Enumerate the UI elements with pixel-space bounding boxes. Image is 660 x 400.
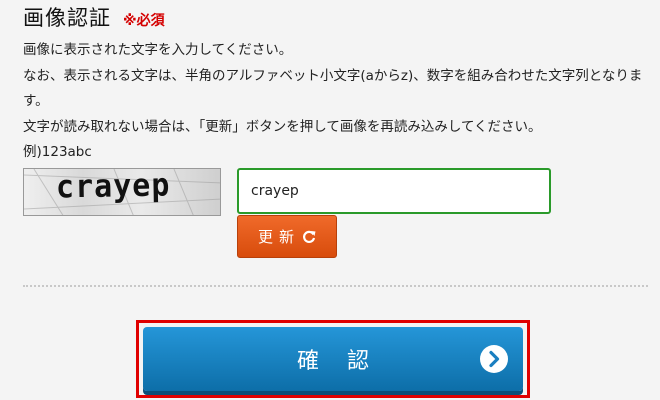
confirm-button-label: 確認 (296, 349, 397, 374)
chevron-right-circle-icon (480, 345, 508, 373)
captcha-text: crayep (55, 168, 171, 206)
captcha-image: crayep (23, 168, 221, 216)
refresh-button[interactable]: 更新 (237, 215, 337, 258)
instructions: 画像に表示された文字を入力してください。 なお、表示される文字は、半角のアルファ… (23, 38, 648, 166)
instruction-example: 例)123abc (23, 144, 92, 160)
divider (23, 285, 648, 287)
refresh-button-label: 更新 (257, 228, 300, 246)
required-badge: ※必須 (123, 13, 165, 29)
refresh-icon (302, 230, 316, 244)
captcha-input[interactable] (237, 168, 551, 214)
section-title: 画像認証 (23, 6, 111, 30)
captcha-section-header: 画像認証 ※必須 (23, 2, 165, 32)
instruction-line: 画像に表示された文字を入力してください。 (23, 42, 293, 58)
instruction-line: なお、表示される文字は、半角のアルファベット小文字(aからz)、数字を組み合わせ… (23, 67, 643, 110)
confirm-button[interactable]: 確認 (143, 327, 523, 391)
instruction-line: 文字が読み取れない場合は、「更新」ボタンを押して画像を再読み込みしてください。 (23, 118, 542, 135)
